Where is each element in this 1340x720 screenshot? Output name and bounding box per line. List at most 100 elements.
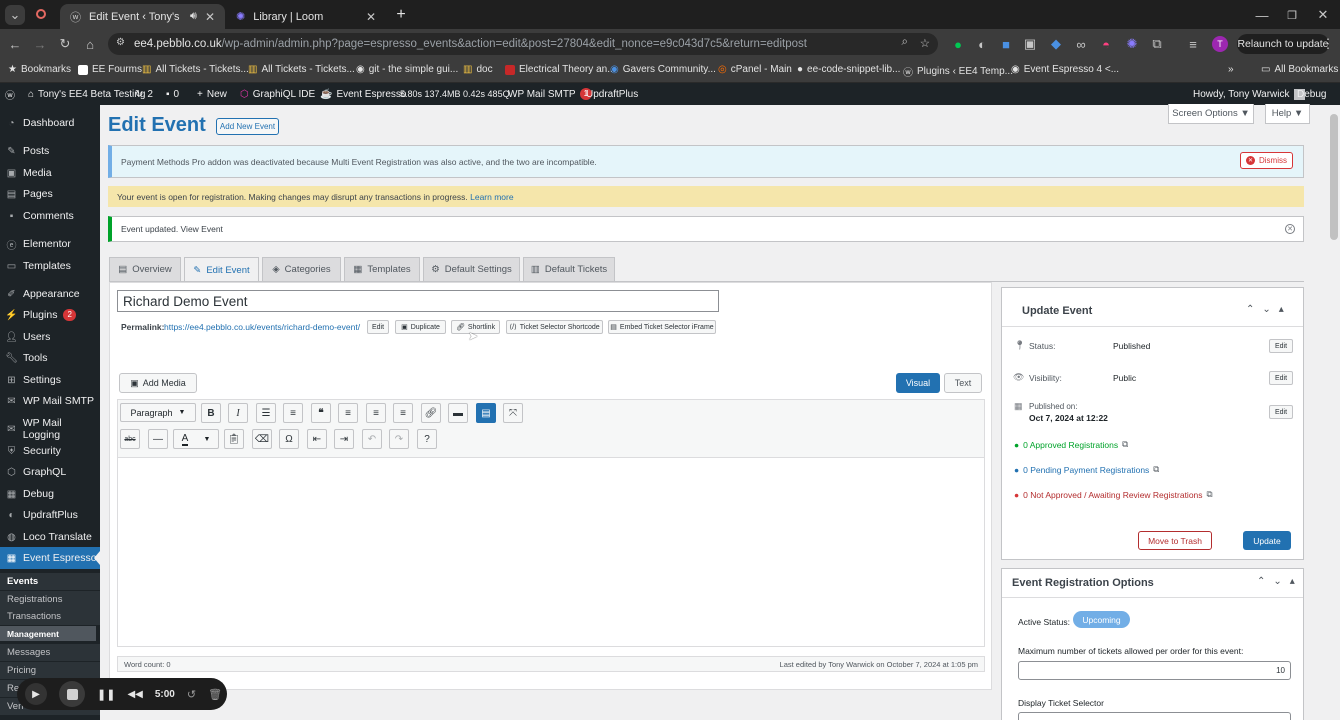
sidebar-item-dashboard[interactable]: ◔ Dashboard <box>0 112 100 134</box>
sidebar-item-media[interactable]: ▣ Media <box>0 162 100 184</box>
tab-categories[interactable]: ◈ Categories <box>262 257 341 281</box>
dismiss-notice-icon[interactable]: ✕ <box>1285 224 1295 234</box>
insert-link-icon[interactable]: 🔗︎ <box>421 403 441 423</box>
align-right-icon[interactable]: ≡ <box>393 403 413 423</box>
browser-menu-icon[interactable]: ⋮ <box>1318 34 1338 54</box>
move-down-icon[interactable]: ⌄ <box>1262 304 1278 315</box>
rewind-icon[interactable]: ◀◀ <box>127 689 142 700</box>
embed-ticket-selector-button[interactable]: ▤ Embed Ticket Selector iFrame <box>608 320 716 334</box>
move-up-icon[interactable]: ⌃ <box>1257 576 1273 587</box>
move-up-icon[interactable]: ⌃ <box>1246 304 1262 315</box>
tab-default-tickets[interactable]: ▥ Default Tickets <box>523 257 615 281</box>
extension-icon[interactable]: ◓ <box>1096 34 1116 54</box>
delete-icon[interactable]: 🗑︎ <box>208 688 222 701</box>
fullscreen-icon[interactable]: ⤧ <box>503 403 523 423</box>
scrollbar-thumb[interactable] <box>1330 114 1338 240</box>
wp-mail-smtp-link[interactable]: WP Mail SMTP 1 <box>508 83 593 105</box>
sidebar-item-plugins[interactable]: ⚡ Plugins 2 <box>0 304 100 326</box>
all-bookmarks[interactable]: ▭ All Bookmarks <box>1261 64 1338 75</box>
tab-loom-library[interactable]: ✺ Library | Loom ✕ <box>226 4 386 29</box>
sidebar-item-graphql[interactable]: ⬡ GraphQL <box>0 461 100 483</box>
toolbar-toggle-icon[interactable]: ▤ <box>476 403 496 423</box>
clear-formatting-icon[interactable]: ⌫ <box>252 429 272 449</box>
submenu-registrations[interactable]: Registrations <box>0 591 100 608</box>
content-editor[interactable] <box>117 457 985 647</box>
learn-more-link[interactable]: Learn more <box>470 192 513 202</box>
bookmark-item[interactable]: ● ee-code-snippet-lib... <box>797 64 900 75</box>
new-content-link[interactable]: + New <box>197 83 227 105</box>
add-new-event-button[interactable]: Add New Event <box>216 118 279 135</box>
redo-icon[interactable]: ↷ <box>389 429 409 449</box>
update-button[interactable]: Update <box>1243 531 1291 550</box>
event-espresso-link[interactable]: ☕ Event Espresso <box>320 83 407 105</box>
bullet-list-icon[interactable]: ☰ <box>256 403 276 423</box>
bookmark-item[interactable]: ▥ doc <box>463 64 493 75</box>
site-info-icon[interactable]: ⚙ <box>116 37 125 48</box>
italic-icon[interactable]: I <box>228 403 248 423</box>
bold-icon[interactable]: B <box>201 403 221 423</box>
approved-registrations-link[interactable]: ● 0 Approved Registrations ⧉ <box>1014 439 1128 450</box>
horizontal-line-icon[interactable]: — <box>148 429 168 449</box>
edit-visibility-button[interactable]: Edit <box>1269 371 1293 385</box>
sidebar-item-wp-mail-logging[interactable]: ✉ WP Mail Logging <box>0 417 100 441</box>
sidebar-item-appearance[interactable]: ✐ Appearance <box>0 283 100 305</box>
bookmark-item[interactable]: ◉ git - the simple gui... <box>356 64 458 75</box>
new-tab-button[interactable]: + <box>391 5 411 25</box>
back-icon[interactable]: ← <box>5 34 25 54</box>
extension-icon[interactable]: ■ <box>996 34 1016 54</box>
text-tab[interactable]: Text <box>944 373 982 393</box>
reload-icon[interactable]: ↻ <box>55 34 75 54</box>
updates-link[interactable]: ↻ 2 <box>135 83 153 105</box>
sidebar-item-comments[interactable]: ▪ Comments <box>0 205 100 227</box>
media-controls-icon[interactable]: ≡ <box>1183 34 1203 54</box>
bookmark-item[interactable]: EE Fourms <box>78 64 142 75</box>
permalink-url[interactable]: https://ee4.pebblo.co.uk/events/richard-… <box>164 322 360 332</box>
site-name[interactable]: ⌂ Tony's EE4 Beta Testing <box>28 83 145 105</box>
box-controls[interactable]: ⌃⌄▴ <box>1257 576 1303 587</box>
address-bar[interactable]: ⚙ ee4.pebblo.co.uk/wp-admin/admin.php?pa… <box>108 33 938 55</box>
outdent-icon[interactable]: ⇤ <box>307 429 327 449</box>
bookmark-item[interactable]: ▥ All Tickets - Tickets... <box>248 64 355 75</box>
submenu-transactions[interactable]: Transactions <box>0 608 100 625</box>
sidebar-item-templates[interactable]: ▭ Templates <box>0 255 100 277</box>
display-ticket-selector-select[interactable] <box>1018 712 1291 720</box>
close-tab-icon[interactable]: ✕ <box>366 10 376 24</box>
submenu-pricing[interactable]: Pricing <box>0 662 100 679</box>
sidebar-item-pages[interactable]: ▤ Pages <box>0 183 100 205</box>
extensions-puzzle-icon[interactable]: ⧉ <box>1147 34 1167 54</box>
forward-icon[interactable]: → <box>30 34 50 54</box>
bookmark-item[interactable]: ⓦ Plugins ‹ EE4 Temp... <box>903 64 1013 79</box>
bookmark-item[interactable]: ◉ Gavers Community... <box>610 64 716 75</box>
tab-edit-event[interactable]: ✎ Edit Event <box>184 257 259 282</box>
duplicate-button[interactable]: ▣ Duplicate <box>395 320 446 334</box>
sidebar-item-wp-mail-smtp[interactable]: ✉ WP Mail SMTP <box>0 390 100 412</box>
close-tab-icon[interactable]: ✕ <box>205 10 215 24</box>
ticket-selector-shortcode-button[interactable]: ⟨/⟩ Ticket Selector Shortcode <box>506 320 603 334</box>
debug-link[interactable]: Debug <box>1297 83 1326 105</box>
home-icon[interactable]: ⌂ <box>80 34 100 54</box>
indent-icon[interactable]: ⇥ <box>334 429 354 449</box>
text-color-picker[interactable]: A ▼ <box>173 429 219 449</box>
updraftplus-link[interactable]: UpdraftPlus <box>586 83 638 105</box>
pause-icon[interactable]: ❚❚ <box>97 688 115 701</box>
graphiql-link[interactable]: ⬡ GraphiQL IDE <box>240 83 315 105</box>
extension-icon[interactable]: ✺ <box>1122 34 1142 54</box>
restore-window-icon[interactable]: ❐ <box>1282 5 1302 25</box>
sidebar-item-elementor[interactable]: ⓔ Elementor <box>0 233 100 255</box>
sidebar-item-tools[interactable]: 🔧︎ Tools <box>0 347 100 369</box>
read-more-icon[interactable]: ▬ <box>448 403 468 423</box>
extension-icon[interactable]: ∞ <box>1071 34 1091 54</box>
profile-avatar[interactable]: T <box>1212 36 1228 52</box>
audio-icon[interactable]: 🔊︎ <box>190 10 197 23</box>
special-character-icon[interactable]: Ω <box>279 429 299 449</box>
paste-as-text-icon[interactable]: 📋︎ <box>224 429 244 449</box>
sidebar-item-settings[interactable]: ⊞ Settings <box>0 369 100 391</box>
stop-recording-button[interactable] <box>59 681 85 707</box>
wordpress-logo-icon[interactable]: ⓦ <box>5 83 15 105</box>
bookmark-item[interactable]: ◎ cPanel - Main <box>718 64 792 75</box>
add-media-button[interactable]: ▣ Add Media <box>119 373 197 393</box>
bookmark-item[interactable]: ★ Bookmarks <box>8 64 71 75</box>
edit-status-button[interactable]: Edit <box>1269 339 1293 353</box>
edit-date-button[interactable]: Edit <box>1269 405 1293 419</box>
align-left-icon[interactable]: ≡ <box>338 403 358 423</box>
